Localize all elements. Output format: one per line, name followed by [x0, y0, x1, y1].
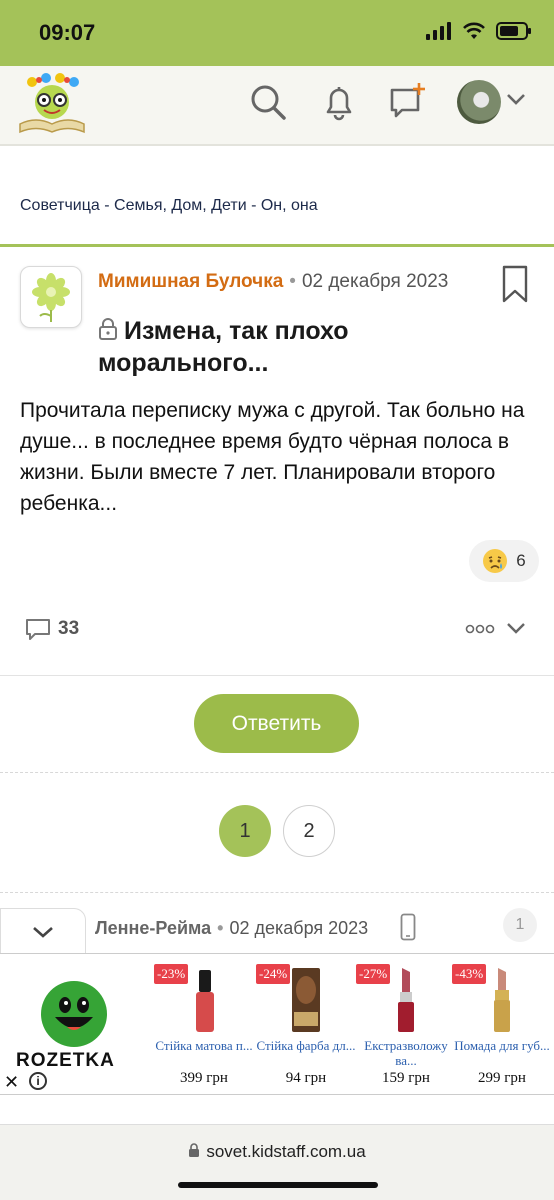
status-bar: 09:07: [0, 0, 554, 66]
new-message-icon[interactable]: [388, 82, 428, 122]
next-post-meta: Ленне-Рейма • 02 декабря 2023: [95, 918, 368, 939]
ad-product[interactable]: -43% Помада для губ... 299 грн: [452, 962, 552, 1092]
crying-emoji-icon: [483, 549, 508, 573]
ad-product[interactable]: -27% Екстразволожу ва... 159 грн: [356, 962, 456, 1092]
ad-product[interactable]: -23% Стійка матова п... 399 грн: [154, 962, 254, 1092]
user-avatar[interactable]: [457, 80, 501, 124]
discount-badge: -27%: [356, 964, 391, 984]
lipstick-image: [398, 968, 414, 1032]
app-header: [0, 66, 554, 146]
browser-url-bar[interactable]: sovet.kidstaff.com.ua: [0, 1124, 554, 1200]
product-price: 399 грн: [180, 1070, 228, 1086]
status-time: 09:07: [39, 20, 96, 45]
discount-badge: -43%: [452, 964, 487, 984]
next-post-preview: Ленне-Рейма • 02 декабря 2023 1: [0, 908, 554, 954]
author-name[interactable]: Мимишная Булочка: [98, 271, 283, 292]
url-text: sovet.kidstaff.com.ua: [206, 1142, 366, 1161]
post-meta: Мимишная Булочка • 02 декабря 2023: [98, 271, 448, 293]
breadcrumb[interactable]: Советчица - Семья, Дом, Дети - Он, она: [20, 197, 318, 215]
next-post-date: 02 декабря 2023: [229, 918, 369, 938]
chevron-down-icon: [33, 926, 53, 938]
bookmark-icon[interactable]: [502, 265, 528, 303]
lock-icon: [99, 318, 117, 340]
info-icon[interactable]: i: [29, 1072, 47, 1090]
home-indicator[interactable]: [178, 1182, 378, 1188]
search-icon[interactable]: [248, 82, 288, 122]
post-body: Прочитала переписку мужа с другой. Так б…: [20, 399, 525, 515]
product-name: Екстразволожу ва...: [364, 1038, 448, 1068]
ad-brand: ROZETKA: [16, 1050, 115, 1071]
post-title-line2: морального...: [98, 349, 269, 377]
smile-icon: [55, 997, 93, 1030]
next-author-name[interactable]: Ленне-Рейма: [95, 918, 211, 938]
mobile-phone-icon: [400, 913, 416, 941]
reaction-badge[interactable]: 6: [469, 540, 539, 582]
rozetka-logo[interactable]: [41, 981, 107, 1047]
product-price: 299 грн: [478, 1070, 526, 1086]
hair-dye-image: [292, 968, 320, 1032]
chevron-down-icon[interactable]: [506, 621, 526, 635]
flower-icon: [32, 273, 70, 322]
meta-separator: •: [217, 918, 224, 938]
product-price: 94 грн: [285, 1070, 327, 1086]
divider: [0, 772, 554, 773]
comments-link[interactable]: 33: [24, 617, 79, 641]
product-name: Помада для губ...: [454, 1038, 550, 1053]
signal-icon: [426, 22, 451, 40]
wifi-icon: [463, 22, 485, 39]
battery-icon: [496, 22, 531, 40]
lipstick-image: [494, 968, 510, 1032]
post-number-badge: 1: [503, 908, 537, 942]
reply-button[interactable]: Ответить: [194, 694, 359, 753]
comment-icon: [26, 619, 50, 640]
page-button-1[interactable]: 1: [219, 805, 271, 857]
lock-icon: [189, 1143, 200, 1157]
product-name: Стійка матова п...: [155, 1038, 253, 1053]
divider: [0, 892, 554, 893]
author-avatar[interactable]: [20, 266, 82, 328]
status-icons: [426, 22, 532, 40]
collapse-tab[interactable]: [0, 908, 86, 954]
post-title[interactable]: Измена, так плохо морального...: [98, 315, 478, 379]
close-icon[interactable]: ✕: [4, 1072, 19, 1093]
url-display[interactable]: sovet.kidstaff.com.ua: [0, 1142, 554, 1162]
ad-product[interactable]: -24% Стійка фарба дл... 94 грн: [256, 962, 356, 1092]
chevron-down-icon[interactable]: [506, 92, 526, 106]
ad-banner[interactable]: ROZETKA ✕ i -23% Стійка матова п... 399 …: [0, 953, 554, 1095]
reaction-count: 6: [516, 551, 526, 570]
post-date: 02 декабря 2023: [301, 271, 449, 292]
post-card: Мимишная Булочка • 02 декабря 2023 Измена,…: [0, 244, 554, 676]
page-button-2[interactable]: 2: [283, 805, 335, 857]
site-logo[interactable]: [16, 72, 88, 134]
discount-badge: -23%: [154, 964, 189, 984]
lipstick-image: [196, 970, 214, 1032]
more-options-icon[interactable]: [465, 623, 495, 635]
bell-icon[interactable]: [319, 82, 359, 122]
product-price: 159 грн: [382, 1070, 430, 1086]
discount-badge: -24%: [256, 964, 291, 984]
product-name: Стійка фарба дл...: [256, 1038, 356, 1053]
comment-count: 33: [58, 618, 80, 639]
meta-separator: •: [289, 271, 296, 292]
post-title-line1: Измена, так плохо: [124, 317, 349, 345]
